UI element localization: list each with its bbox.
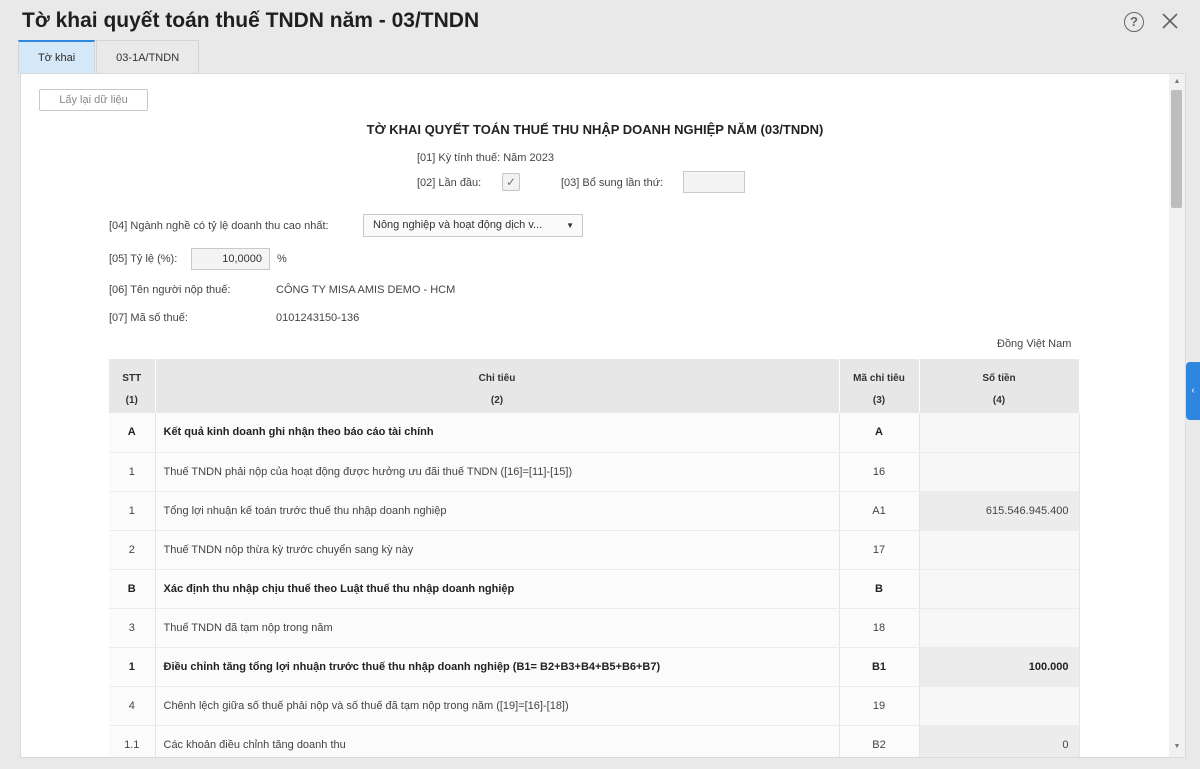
row-amount-cell[interactable] — [919, 569, 1080, 609]
table-row: 3 Thuế TNDN đã tạm nộp trong năm 18 — [109, 608, 1080, 648]
row-indicator-code: 18 — [839, 608, 920, 648]
row-stt: 2 — [109, 530, 156, 570]
row-indicator-name: Thuế TNDN đã tạm nộp trong năm — [155, 608, 840, 648]
currency-note: Đồng Việt Nam — [997, 338, 1072, 350]
taxpayer-value: CÔNG TY MISA AMIS DEMO - HCM — [276, 284, 456, 296]
row-indicator-name: Chênh lệch giữa số thuế phải nộp và số t… — [155, 686, 840, 726]
header-num-2: (2) — [155, 395, 840, 413]
row-indicator-code: B1 — [839, 647, 920, 687]
row-stt: 1 — [109, 647, 156, 687]
form-panel: Lấy lại dữ liệu TỜ KHAI QUYẾT TOÁN THUẾ … — [20, 73, 1186, 758]
row-indicator-name: Thuế TNDN nộp thừa kỳ trước chuyển sang … — [155, 530, 840, 570]
row-indicator-code: B2 — [839, 725, 920, 757]
rate-input[interactable]: 10,0000 — [191, 248, 270, 270]
declaration-table-wrap: STT Chỉ tiêu Mã chỉ tiêu Số tiền (1) (2)… — [109, 359, 1080, 757]
row-amount-cell[interactable]: 0 — [919, 725, 1080, 757]
row-stt: A — [109, 413, 156, 453]
table-row: 1.1 Các khoản điều chỉnh tăng doanh thu B2… — [109, 725, 1080, 757]
row-indicator-name: Các khoản điều chỉnh tăng doanh thu — [155, 725, 840, 757]
table-row: 4 Chênh lệch giữa số thuế phải nộp và số … — [109, 686, 1080, 726]
table-row: 2 Thuế TNDN nộp thừa kỳ trước chuyển sang… — [109, 530, 1080, 570]
title-bar: Tờ khai quyết toán thuế TNDN năm - 03/TN… — [0, 0, 1200, 42]
row-indicator-name: Tổng lợi nhuận kế toán trước thuế thu nh… — [155, 491, 840, 531]
row-amount-cell[interactable] — [919, 686, 1080, 726]
row-stt: 4 — [109, 686, 156, 726]
scroll-down-icon[interactable]: ▼ — [1172, 742, 1182, 752]
row-stt: 1 — [109, 452, 156, 492]
header-chi-tieu: Chỉ tiêu — [155, 359, 840, 395]
header-num-4: (4) — [919, 395, 1080, 413]
row-amount-cell[interactable] — [919, 452, 1080, 492]
tab-03-1a-tndn[interactable]: 03-1A/TNDN — [96, 40, 200, 74]
rate-unit: % — [277, 253, 287, 265]
taxpayer-label: [06] Tên người nộp thuế: — [109, 284, 231, 296]
row-indicator-code: 19 — [839, 686, 920, 726]
row-amount-cell[interactable] — [919, 530, 1080, 570]
form-title: TỜ KHAI QUYẾT TOÁN THUẾ THU NHẬP DOANH N… — [366, 122, 824, 137]
first-time-label: [02] Lần đầu: — [417, 177, 482, 189]
reload-data-button[interactable]: Lấy lại dữ liệu — [39, 89, 148, 111]
row-indicator-name: Kết quả kinh doanh ghi nhận theo báo cáo… — [155, 413, 840, 453]
supplement-input[interactable] — [683, 171, 745, 193]
tab-bar: Tờ khai 03-1A/TNDN — [18, 40, 200, 74]
taxcode-value: 0101243150-136 — [276, 312, 360, 324]
row-indicator-code: A1 — [839, 491, 920, 531]
row-amount-cell[interactable] — [919, 413, 1080, 453]
row-indicator-code: B — [839, 569, 920, 609]
row-indicator-name: Thuế TNDN phải nộp của hoạt động được hư… — [155, 452, 840, 492]
row-stt: 1 — [109, 491, 156, 531]
chevron-down-icon: ▼ — [566, 221, 574, 230]
scrollbar-thumb[interactable] — [1171, 90, 1182, 208]
header-ma-chi-tieu: Mã chỉ tiêu — [839, 359, 920, 395]
rate-label: [05] Tỷ lệ (%): — [109, 253, 178, 265]
row-indicator-code: 16 — [839, 452, 920, 492]
industry-select-value: Nông nghiệp và hoạt động dịch v... — [373, 219, 543, 231]
supplement-label: [03] Bổ sung lần thứ: — [561, 177, 664, 189]
table-body: A Kết quả kinh doanh ghi nhận theo báo cá… — [109, 413, 1080, 757]
row-stt: 1.1 — [109, 725, 156, 757]
close-icon[interactable] — [1160, 11, 1180, 31]
header-num-3: (3) — [839, 395, 920, 413]
tax-period: [01] Kỳ tính thuế: Năm 2023 — [417, 152, 554, 164]
row-stt: 3 — [109, 608, 156, 648]
row-indicator-code: A — [839, 413, 920, 453]
scroll-up-icon[interactable]: ▲ — [1172, 77, 1182, 87]
table-row: 1 Thuế TNDN phải nộp của hoạt động được h… — [109, 452, 1080, 492]
table-row: 1 Điều chỉnh tăng tổng lợi nhuận trước th… — [109, 647, 1080, 687]
row-amount-cell[interactable]: 100.000 — [919, 647, 1080, 687]
row-stt: B — [109, 569, 156, 609]
row-indicator-code: 17 — [839, 530, 920, 570]
tab-to-khai[interactable]: Tờ khai — [18, 40, 96, 74]
declaration-table: STT Chỉ tiêu Mã chỉ tiêu Số tiền (1) (2)… — [109, 359, 1080, 757]
row-amount-cell[interactable]: 615.546.945.400 — [919, 491, 1080, 531]
industry-select[interactable]: Nông nghiệp và hoạt động dịch v... ▼ — [363, 214, 583, 237]
window-title: Tờ khai quyết toán thuế TNDN năm - 03/TN… — [22, 9, 480, 32]
table-row: 1 Tổng lợi nhuận kế toán trước thuế thu n… — [109, 491, 1080, 531]
taxcode-label: [07] Mã số thuế: — [109, 312, 188, 324]
table-row: A Kết quả kinh doanh ghi nhận theo báo cá… — [109, 413, 1080, 453]
header-stt: STT — [109, 359, 156, 395]
header-so-tien: Số tiền — [919, 359, 1080, 395]
row-amount-cell[interactable] — [919, 608, 1080, 648]
side-panel-toggle[interactable]: ‹ — [1186, 362, 1200, 420]
first-time-checkbox[interactable]: ✓ — [502, 173, 520, 191]
table-row: B Xác định thu nhập chịu thuế theo Luật t… — [109, 569, 1080, 609]
help-icon[interactable]: ? — [1124, 12, 1144, 32]
row-indicator-name: Điều chỉnh tăng tổng lợi nhuận trước thu… — [155, 647, 840, 687]
row-indicator-name: Xác định thu nhập chịu thuế theo Luật th… — [155, 569, 840, 609]
header-num-1: (1) — [109, 395, 156, 413]
industry-label: [04] Ngành nghề có tỷ lệ doanh thu cao n… — [109, 220, 329, 232]
